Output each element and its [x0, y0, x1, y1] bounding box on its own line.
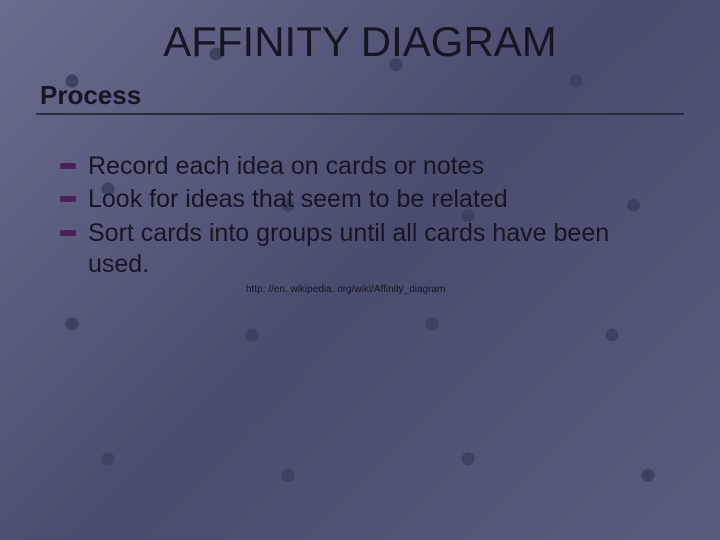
list-item: Sort cards into groups until all cards h… [84, 218, 664, 281]
divider [36, 113, 684, 115]
list-item: Look for ideas that seem to be related [84, 184, 664, 215]
slide-title: AFFINITY DIAGRAM [36, 18, 684, 66]
list-item: Record each idea on cards or notes [84, 151, 664, 182]
citation-text: http: //en. wikipedia. org/wiki/Affinity… [246, 284, 684, 295]
slide: AFFINITY DIAGRAM Process Record each ide… [0, 0, 720, 540]
bullet-list: Record each idea on cards or notes Look … [84, 151, 664, 280]
slide-subhead: Process [40, 80, 684, 111]
